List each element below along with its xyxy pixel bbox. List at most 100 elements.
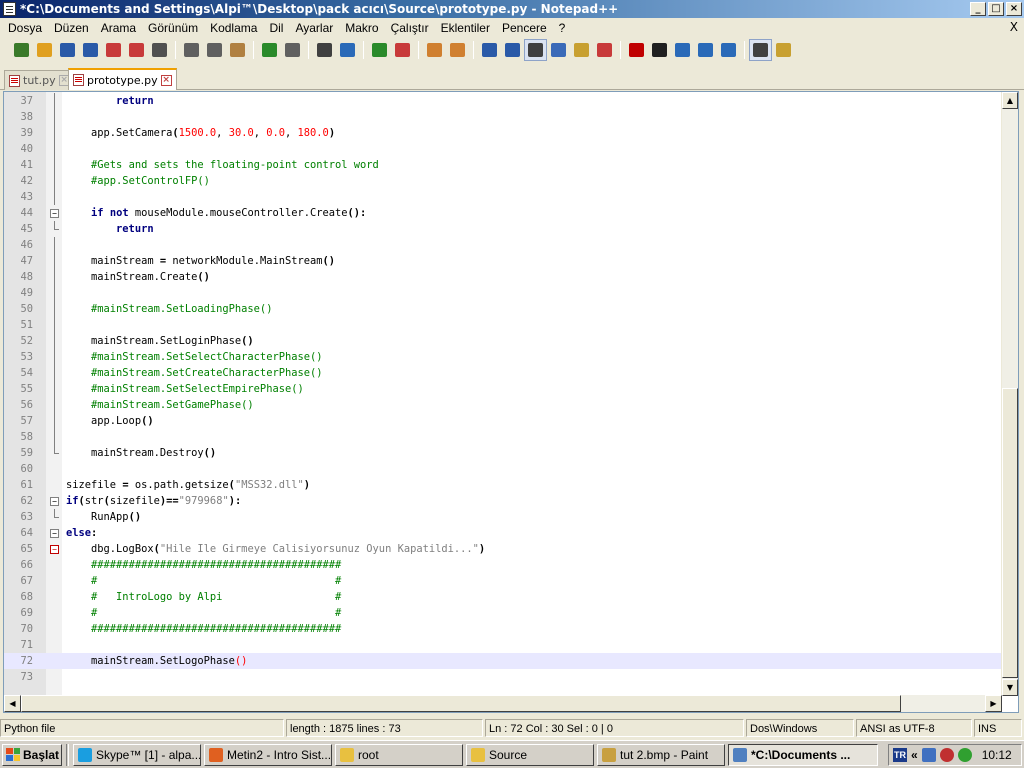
code-editor[interactable]: 37 return 38 39 app.SetCamera(1500.0, 30.0… bbox=[3, 91, 1019, 713]
language-indicator[interactable]: TR bbox=[893, 748, 907, 762]
save-button[interactable] bbox=[56, 39, 79, 61]
code-line[interactable]: 52 mainStream.SetLoginPhase() bbox=[4, 333, 1004, 349]
code-line[interactable]: 70 #####################################… bbox=[4, 621, 1004, 637]
menu-item[interactable]: Dosya bbox=[2, 18, 48, 38]
close-all-button[interactable] bbox=[125, 39, 148, 61]
menu-item[interactable]: Makro bbox=[339, 18, 384, 38]
code-line[interactable]: 60 bbox=[4, 461, 1004, 477]
code-line[interactable]: 45 return bbox=[4, 221, 1004, 237]
code-line[interactable]: 50 #mainStream.SetLoadingPhase() bbox=[4, 301, 1004, 317]
code-line[interactable]: 55 #mainStream.SetSelectEmpirePhase() bbox=[4, 381, 1004, 397]
code-line[interactable]: 56 #mainStream.SetGamePhase() bbox=[4, 397, 1004, 413]
code-line[interactable]: 65 − dbg.LogBox("Hile Ile Girmeye Calisiy… bbox=[4, 541, 1004, 557]
code-line[interactable]: 54 #mainStream.SetCreateCharacterPhase() bbox=[4, 365, 1004, 381]
menu-item[interactable]: Arama bbox=[95, 18, 142, 38]
vertical-scroll-thumb[interactable] bbox=[1002, 388, 1018, 678]
shield-icon[interactable] bbox=[939, 748, 954, 762]
replace-button[interactable] bbox=[336, 39, 359, 61]
horizontal-scrollbar[interactable]: ◀ ▶ bbox=[4, 695, 1002, 712]
notepad-app-icon[interactable] bbox=[3, 2, 16, 16]
code-line[interactable]: 61 sizefile = os.path.getsize("MSS32.dll"… bbox=[4, 477, 1004, 493]
code-line[interactable]: 38 bbox=[4, 109, 1004, 125]
taskbar-button[interactable]: Metin2 - Intro Sist... bbox=[204, 743, 332, 766]
zoom-in-button[interactable] bbox=[368, 39, 391, 61]
code-line[interactable]: 39 app.SetCamera(1500.0, 30.0, 0.0, 180.… bbox=[4, 125, 1004, 141]
paste-button[interactable] bbox=[226, 39, 249, 61]
menu-item[interactable]: Eklentiler bbox=[435, 18, 496, 38]
code-line[interactable]: 51 bbox=[4, 317, 1004, 333]
taskbar-button[interactable]: tut 2.bmp - Paint bbox=[597, 743, 725, 766]
maximize-button[interactable]: □ bbox=[988, 2, 1004, 16]
menu-item[interactable]: Pencere bbox=[496, 18, 553, 38]
doc-map-button[interactable] bbox=[570, 39, 593, 61]
code-line[interactable]: 59 mainStream.Destroy() bbox=[4, 445, 1004, 461]
close-button[interactable]: × bbox=[1006, 2, 1022, 16]
taskbar-button[interactable]: Source bbox=[466, 743, 594, 766]
code-line[interactable]: 69 # # bbox=[4, 605, 1004, 621]
code-line[interactable]: 62 − if(str(sizefile)=="979968"): bbox=[4, 493, 1004, 509]
code-line[interactable]: 73 bbox=[4, 669, 1004, 685]
new-file-button[interactable] bbox=[10, 39, 33, 61]
print-button[interactable] bbox=[148, 39, 171, 61]
close-button[interactable] bbox=[102, 39, 125, 61]
fold-toggle-icon[interactable]: − bbox=[50, 497, 59, 506]
scroll-down-arrow-icon[interactable]: ▼ bbox=[1002, 679, 1018, 696]
play-macro-button[interactable] bbox=[671, 39, 694, 61]
indent-guide-button[interactable] bbox=[524, 39, 547, 61]
code-line[interactable]: 48 mainStream.Create() bbox=[4, 269, 1004, 285]
redo-button[interactable] bbox=[281, 39, 304, 61]
close-tab-icon[interactable]: × bbox=[160, 74, 172, 86]
code-line[interactable]: 46 bbox=[4, 237, 1004, 253]
code-line[interactable]: 41 #Gets and sets the floating-point con… bbox=[4, 157, 1004, 173]
sync-horizontal-button[interactable] bbox=[446, 39, 469, 61]
scroll-up-arrow-icon[interactable]: ▲ bbox=[1002, 92, 1018, 109]
code-line[interactable]: 44 − if not mouseModule.mouseController.C… bbox=[4, 205, 1004, 221]
taskbar-button[interactable]: root bbox=[335, 743, 463, 766]
minimize-button[interactable]: _ bbox=[970, 2, 986, 16]
code-line[interactable]: 71 bbox=[4, 637, 1004, 653]
vertical-scrollbar[interactable]: ▲ ▼ bbox=[1001, 92, 1018, 696]
record-macro-button[interactable] bbox=[625, 39, 648, 61]
scroll-right-arrow-icon[interactable]: ▶ bbox=[985, 695, 1002, 712]
code-line[interactable]: 63 RunApp() bbox=[4, 509, 1004, 525]
code-line[interactable]: 49 bbox=[4, 285, 1004, 301]
code-line[interactable]: 72 mainStream.SetLogoPhase() bbox=[4, 653, 1004, 669]
show-all-chars-button[interactable] bbox=[501, 39, 524, 61]
find-button[interactable] bbox=[313, 39, 336, 61]
menu-item[interactable]: Çalıştır bbox=[385, 18, 435, 38]
save-all-button[interactable] bbox=[79, 39, 102, 61]
code-line[interactable]: 47 mainStream = networkModule.MainStream… bbox=[4, 253, 1004, 269]
fold-toggle-icon[interactable]: − bbox=[50, 209, 59, 218]
code-line[interactable]: 53 #mainStream.SetSelectCharacterPhase() bbox=[4, 349, 1004, 365]
zoom-out-button[interactable] bbox=[391, 39, 414, 61]
code-line[interactable]: 67 # # bbox=[4, 573, 1004, 589]
tab-prototype-py[interactable]: prototype.py × bbox=[68, 68, 177, 90]
title-bar[interactable]: *C:\Documents and Settings\Alpi™\Desktop… bbox=[0, 0, 1024, 18]
alert-icon[interactable] bbox=[957, 748, 972, 762]
menu-item[interactable]: Ayarlar bbox=[289, 18, 339, 38]
taskbar-button[interactable]: *C:\Documents ... bbox=[728, 743, 878, 766]
word-wrap-button[interactable] bbox=[478, 39, 501, 61]
network-icon[interactable] bbox=[921, 748, 936, 762]
code-line[interactable]: 58 bbox=[4, 429, 1004, 445]
code-line[interactable]: 64 − else: bbox=[4, 525, 1004, 541]
menu-item[interactable]: Dil bbox=[263, 18, 289, 38]
copy-button[interactable] bbox=[203, 39, 226, 61]
run-macro-multiple-button[interactable] bbox=[694, 39, 717, 61]
close-document-button[interactable]: X bbox=[1010, 20, 1018, 34]
cut-button[interactable] bbox=[180, 39, 203, 61]
code-line[interactable]: 57 app.Loop() bbox=[4, 413, 1004, 429]
show-hidden-icons-icon[interactable]: « bbox=[911, 748, 918, 762]
undo-button[interactable] bbox=[258, 39, 281, 61]
scroll-left-arrow-icon[interactable]: ◀ bbox=[4, 695, 21, 712]
menu-item[interactable]: ? bbox=[553, 18, 572, 38]
tab-tut-py[interactable]: tut.py × bbox=[4, 70, 75, 90]
user-lang-button[interactable] bbox=[547, 39, 570, 61]
function-list-button[interactable] bbox=[593, 39, 616, 61]
save-macro-button[interactable] bbox=[717, 39, 740, 61]
stop-record-button[interactable] bbox=[648, 39, 671, 61]
fold-toggle-icon[interactable]: − bbox=[50, 545, 59, 554]
start-button[interactable]: Başlat bbox=[2, 743, 62, 766]
code-line[interactable]: 42 #app.SetControlFP() bbox=[4, 173, 1004, 189]
menu-item[interactable]: Görünüm bbox=[142, 18, 204, 38]
